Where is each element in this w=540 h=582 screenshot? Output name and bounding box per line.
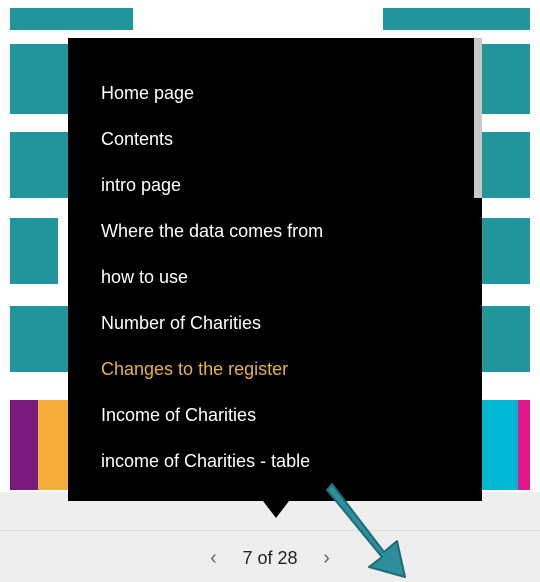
page-item-how-to-use[interactable]: how to use (101, 267, 323, 313)
page-item-contents[interactable]: Contents (101, 129, 323, 175)
scrollbar-thumb[interactable] (474, 38, 482, 198)
band-purple (10, 400, 38, 490)
tile-top-right (383, 8, 530, 30)
tile-left-1 (10, 44, 68, 114)
page-count[interactable]: 7 of 28 (242, 548, 297, 569)
tile-right-1 (482, 44, 530, 114)
tile-right-2 (482, 132, 530, 198)
page-list: Home page Contents intro page Where the … (101, 83, 323, 497)
tile-right-3 (482, 218, 530, 284)
page-item-home[interactable]: Home page (101, 83, 323, 129)
tile-left-2 (10, 132, 68, 198)
page-navigator: ‹ 7 of 28 › (0, 547, 540, 570)
previous-page-button[interactable]: ‹ (199, 547, 227, 570)
band-magenta (518, 400, 530, 490)
page-item-number-of-charities[interactable]: Number of Charities (101, 313, 323, 359)
page-item-changes-register[interactable]: Changes to the register (101, 359, 323, 405)
page-list-popup: Home page Contents intro page Where the … (68, 38, 482, 501)
popup-pointer (263, 501, 289, 518)
band-cyan (482, 400, 518, 490)
page-item-intro[interactable]: intro page (101, 175, 323, 221)
tile-right-4 (482, 306, 530, 372)
band-orange (38, 400, 68, 490)
page-item-income-of-charities[interactable]: Income of Charities (101, 405, 323, 451)
tile-top-left (10, 8, 133, 30)
callout-arrow-shape (326, 483, 406, 578)
tile-left-3 (10, 218, 58, 284)
page-item-income-table[interactable]: income of Charities - table (101, 451, 323, 497)
callout-arrow-icon (326, 483, 406, 578)
footer-divider (0, 530, 540, 531)
page-item-data-source[interactable]: Where the data comes from (101, 221, 323, 267)
tile-left-4 (10, 306, 68, 372)
